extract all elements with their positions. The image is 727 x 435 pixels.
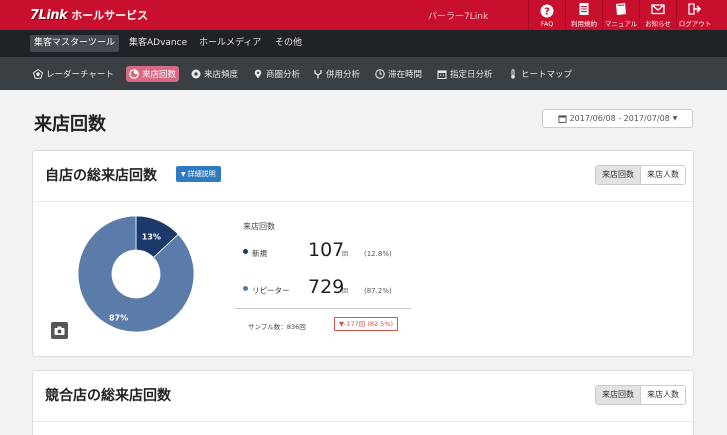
thermometer-icon — [511, 69, 515, 79]
date-range-text: 2017/06/08 - 2017/07/08 — [569, 114, 670, 123]
stat-repeat: リピーター 729 回 (87.2%) — [243, 276, 392, 298]
own-store-panel: 自店の総来店回数 ▼ 詳細説明 来店回数 来店人数 13% 87% 来店回数 新規… — [32, 150, 694, 357]
header-icon-bar: ? FAQ 利用規約 マニュアル お知らせ ログアウト — [528, 0, 713, 30]
top-header: 7Link ホールサービス パーラー7Link ? FAQ 利用規約 マニュアル… — [0, 0, 727, 30]
tab-radar-label: レーダーチャート — [46, 70, 114, 80]
stat-new-label: 新規 — [252, 249, 267, 258]
document-icon — [579, 3, 589, 15]
tab-radar-chart[interactable]: レーダーチャート — [30, 66, 117, 82]
camera-icon — [54, 326, 65, 335]
tab-visit-count-label: 来店回数 — [142, 70, 177, 80]
toggle-visitor-count[interactable]: 来店人数 — [640, 386, 685, 404]
tab-combined-analysis[interactable]: 併用分析 — [310, 66, 363, 82]
logout-button[interactable]: ログアウト — [676, 0, 713, 30]
notice-button[interactable]: お知らせ — [639, 0, 676, 30]
tab-date-analysis-label: 指定日分析 — [450, 70, 493, 80]
notice-label: お知らせ — [645, 20, 671, 28]
metric-toggle: 来店回数 来店人数 — [595, 385, 686, 405]
caret-down-icon: ▼ — [181, 170, 186, 178]
legend-dot-repeat — [243, 286, 248, 291]
nav-item-other[interactable]: その他 — [271, 35, 306, 52]
metric-toggle: 来店回数 来店人数 — [595, 165, 686, 185]
pie-label-repeat: 87% — [109, 313, 128, 322]
sub-nav: レーダーチャート 来店回数 来店頻度 商圏分析 併用分析 滞在時間 指定日分析 … — [0, 57, 727, 90]
toggle-visitor-count[interactable]: 来店人数 — [640, 166, 685, 184]
calendar-icon — [437, 70, 447, 79]
detail-label: 詳細説明 — [187, 170, 216, 178]
tab-date-analysis[interactable]: 指定日分析 — [434, 66, 496, 82]
stat-repeat-count: 729 — [308, 276, 345, 298]
clock-icon — [375, 69, 385, 79]
logo[interactable]: 7Link ホールサービス — [30, 7, 148, 23]
stats-heading: 来店回数 — [243, 222, 275, 231]
radar-icon — [33, 69, 43, 79]
divider — [33, 421, 693, 422]
calendar-icon — [558, 115, 567, 123]
stat-repeat-percent: (87.2%) — [364, 287, 392, 295]
tab-visit-frequency[interactable]: 来店頻度 — [188, 66, 241, 82]
logo-badge: 7Link — [30, 7, 68, 23]
logout-label: ログアウト — [678, 20, 712, 28]
manual-label: マニュアル — [604, 20, 638, 28]
faq-label: FAQ — [540, 20, 554, 28]
stat-repeat-unit: 回 — [342, 288, 349, 295]
screenshot-button[interactable] — [51, 322, 68, 339]
detail-explanation-button[interactable]: ▼ 詳細説明 — [176, 166, 221, 182]
toggle-visit-count[interactable]: 来店回数 — [596, 166, 640, 184]
stat-repeat-label: リピーター — [252, 286, 290, 295]
tab-stay-time[interactable]: 滞在時間 — [372, 66, 425, 82]
tab-heatmap-label: ヒートマップ — [521, 70, 573, 80]
change-badge: ▼-177回 (82.5%) — [334, 317, 399, 331]
mail-icon — [651, 4, 665, 15]
main-nav: 集客マスターツール 集客ADvance ホールメディア その他 — [0, 30, 727, 57]
tab-visit-count[interactable]: 来店回数 — [126, 66, 180, 82]
shop-name: パーラー7Link — [428, 12, 489, 22]
legend-dot-new — [243, 249, 248, 254]
stat-new: 新規 107 回 (12.8%) — [243, 239, 392, 261]
question-icon: ? — [540, 4, 554, 18]
page-title: 来店回数 — [34, 114, 106, 135]
book-icon — [616, 3, 626, 15]
pie-label-new: 13% — [142, 232, 161, 241]
stat-new-count: 107 — [308, 239, 345, 261]
svg-text:?: ? — [544, 7, 550, 18]
stats-divider — [235, 308, 411, 309]
tab-heatmap[interactable]: ヒートマップ — [505, 66, 575, 82]
map-pin-icon — [254, 69, 262, 79]
fork-icon — [314, 70, 322, 79]
tab-trade-area-label: 商圏分析 — [266, 70, 301, 80]
faq-button[interactable]: ? FAQ — [528, 0, 565, 30]
stat-new-percent: (12.8%) — [364, 250, 392, 258]
panel-title: 自店の総来店回数 — [45, 168, 157, 184]
caret-down-icon: ▼ — [672, 115, 678, 122]
toggle-visit-count[interactable]: 来店回数 — [596, 386, 640, 404]
divider — [33, 201, 693, 202]
pie-icon — [129, 69, 139, 79]
competitor-panel: 競合店の総来店回数 来店回数 来店人数 — [32, 370, 694, 435]
terms-label: 利用規約 — [571, 20, 597, 28]
nav-item-advance[interactable]: 集客ADvance — [125, 35, 191, 52]
tab-combined-analysis-label: 併用分析 — [326, 70, 361, 80]
logo-text: ホールサービス — [71, 9, 149, 22]
date-range-picker[interactable]: 2017/06/08 - 2017/07/08 ▼ — [542, 109, 693, 128]
terms-button[interactable]: 利用規約 — [565, 0, 602, 30]
visit-donut-chart: 13% 87% — [77, 215, 195, 333]
frequency-icon — [191, 69, 201, 79]
sample-size: サンプル数：836回 — [248, 323, 306, 331]
logout-icon — [688, 3, 702, 15]
tab-stay-time-label: 滞在時間 — [388, 70, 423, 80]
panel-title: 競合店の総来店回数 — [45, 388, 171, 404]
tab-visit-frequency-label: 来店頻度 — [204, 70, 239, 80]
tab-trade-area[interactable]: 商圏分析 — [250, 66, 303, 82]
nav-item-hall-media[interactable]: ホールメディア — [195, 35, 265, 52]
stat-new-unit: 回 — [342, 251, 349, 258]
manual-button[interactable]: マニュアル — [602, 0, 639, 30]
nav-item-master-tool[interactable]: 集客マスターツール — [30, 35, 119, 52]
